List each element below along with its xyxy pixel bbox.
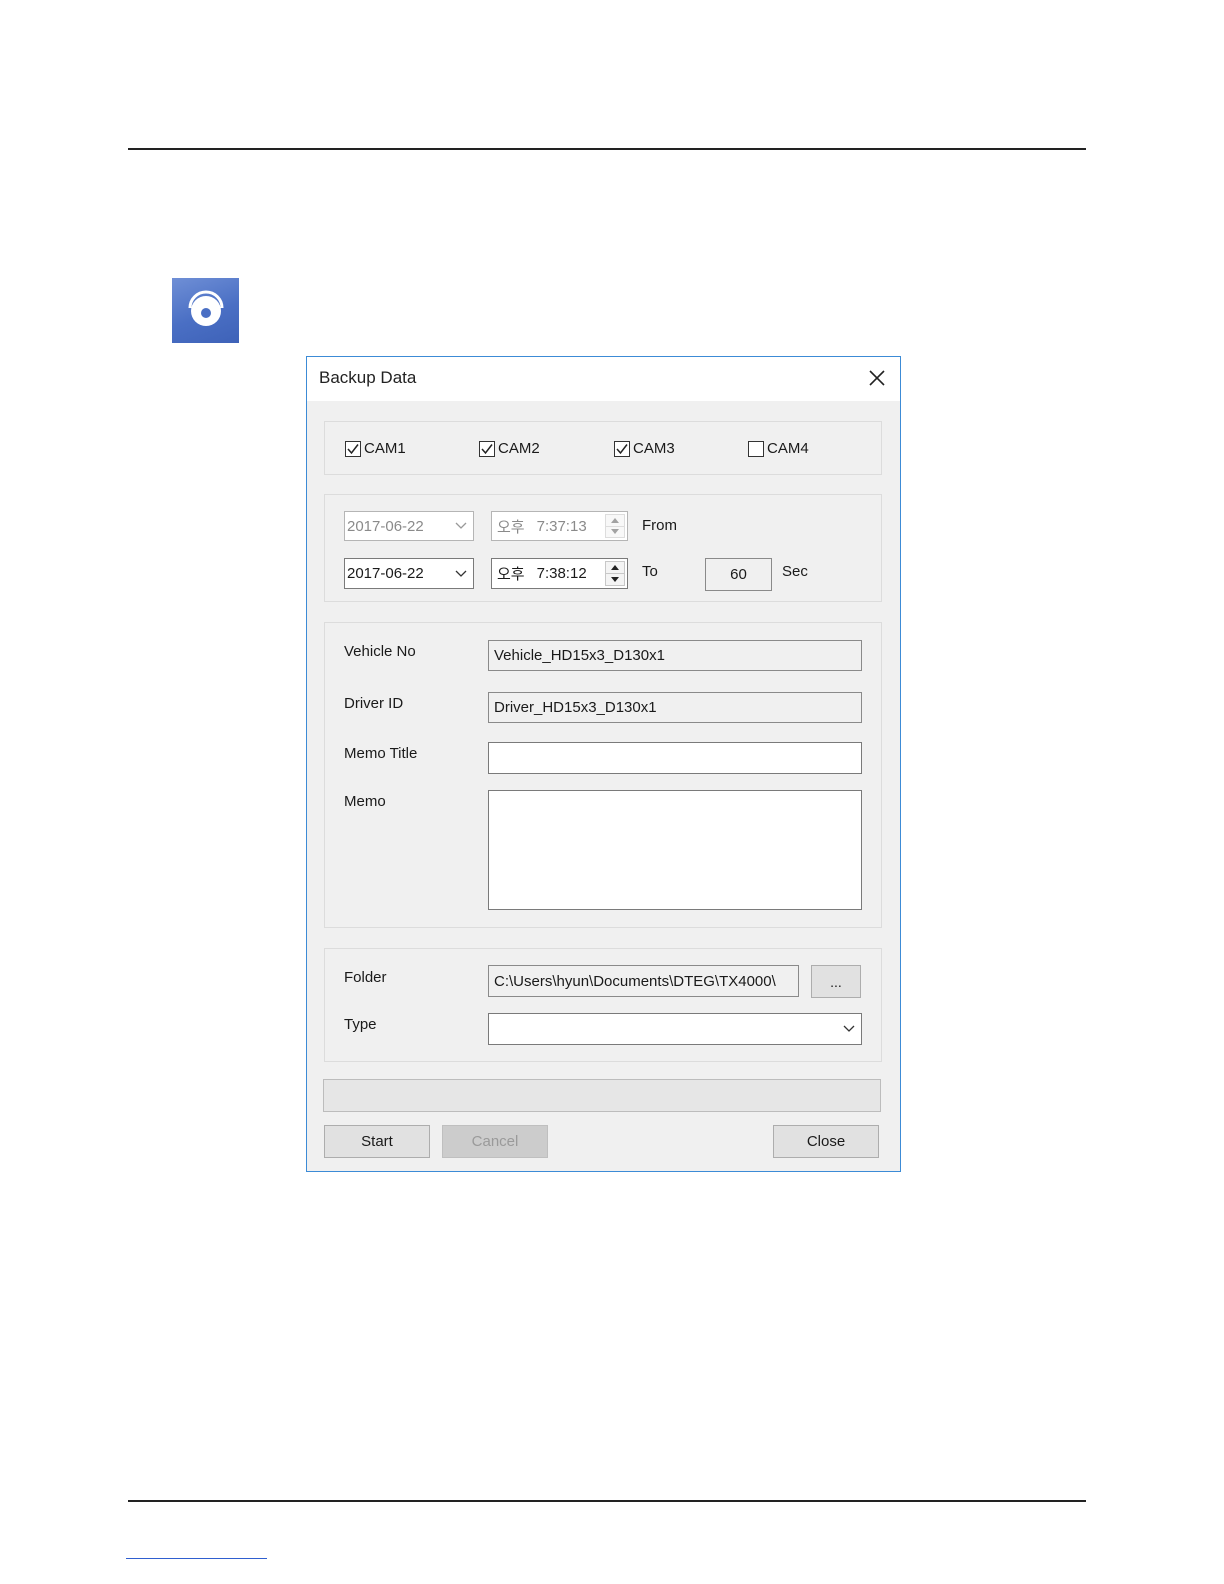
chevron-down-icon <box>843 1025 855 1032</box>
chevron-down-icon <box>455 570 467 577</box>
time-range-group: 2017-06-22 오후 7:37:13 From 2017-06-22 오후… <box>324 494 882 602</box>
unchecked-box <box>748 440 764 457</box>
cam2-label: CAM2 <box>498 440 540 457</box>
cancel-button[interactable]: Cancel <box>442 1125 548 1158</box>
to-label: To <box>642 563 658 580</box>
from-time-picker[interactable]: 오후 7:37:13 <box>491 511 628 541</box>
vehicle-no-field[interactable]: Vehicle_HD15x3_D130x1 <box>488 640 862 671</box>
from-ampm-value: 오후 <box>497 518 525 536</box>
cam1-checkbox[interactable]: CAM1 <box>345 440 406 457</box>
to-time-picker[interactable]: 오후 7:38:12 <box>491 558 628 589</box>
memo-label: Memo <box>344 793 386 810</box>
type-dropdown[interactable] <box>488 1013 862 1045</box>
to-time-spinner[interactable] <box>605 561 625 586</box>
browse-folder-button[interactable]: ... <box>811 965 861 998</box>
duration-value: 60 <box>730 566 747 583</box>
dialog-title: Backup Data <box>319 368 417 387</box>
to-date-value: 2017-06-22 <box>347 565 424 582</box>
camera-group: CAM1 CAM2 CAM3 CAM4 <box>324 421 882 475</box>
from-time-spinner[interactable] <box>605 514 625 538</box>
memo-textarea[interactable] <box>488 790 862 910</box>
check-icon <box>479 440 495 457</box>
folder-label: Folder <box>344 969 387 986</box>
footer-rule <box>128 1500 1086 1502</box>
memo-title-label: Memo Title <box>344 745 418 762</box>
vehicle-no-label: Vehicle No <box>344 643 416 660</box>
driver-id-field[interactable]: Driver_HD15x3_D130x1 <box>488 692 862 723</box>
driver-id-value: Driver_HD15x3_D130x1 <box>494 699 657 716</box>
backup-disc-icon <box>188 290 223 326</box>
spin-up-icon[interactable] <box>606 562 624 573</box>
cam4-checkbox[interactable]: CAM4 <box>748 440 809 457</box>
dialog-titlebar: Backup Data <box>307 357 900 401</box>
vehicle-no-value: Vehicle_HD15x3_D130x1 <box>494 647 665 664</box>
duration-field: 60 <box>705 558 772 591</box>
folder-field[interactable]: C:\Users\hyun\Documents\DTEG\TX4000\ <box>488 965 799 997</box>
output-group: Folder C:\Users\hyun\Documents\DTEG\TX40… <box>324 948 882 1062</box>
cam3-label: CAM3 <box>633 440 675 457</box>
info-group: Vehicle No Vehicle_HD15x3_D130x1 Driver … <box>324 622 882 928</box>
chevron-down-icon <box>455 522 467 529</box>
duration-unit-label: Sec <box>782 563 808 580</box>
cam1-label: CAM1 <box>364 440 406 457</box>
from-time-value: 7:37:13 <box>536 517 587 535</box>
cam2-checkbox[interactable]: CAM2 <box>479 440 540 457</box>
from-date-picker[interactable]: 2017-06-22 <box>344 511 474 541</box>
spin-down-icon[interactable] <box>606 525 624 538</box>
backup-app-icon[interactable] <box>172 278 239 343</box>
backup-data-dialog: Backup Data CAM1 CAM2 CAM3 CAM4 2017-06-… <box>306 356 901 1172</box>
close-button[interactable]: Close <box>773 1125 879 1158</box>
header-rule <box>128 148 1086 150</box>
close-icon[interactable] <box>864 365 890 391</box>
to-time-value: 7:38:12 <box>536 565 587 582</box>
to-date-picker[interactable]: 2017-06-22 <box>344 558 474 589</box>
spin-down-icon[interactable] <box>606 573 624 585</box>
progress-bar <box>323 1079 881 1112</box>
spin-up-icon[interactable] <box>606 515 624 526</box>
cam3-checkbox[interactable]: CAM3 <box>614 440 675 457</box>
from-date-value: 2017-06-22 <box>347 517 424 535</box>
type-label: Type <box>344 1016 377 1033</box>
start-button[interactable]: Start <box>324 1125 430 1158</box>
memo-title-field[interactable] <box>488 742 862 774</box>
to-ampm-value: 오후 <box>497 566 525 583</box>
from-label: From <box>642 517 677 534</box>
footer-link-underline <box>126 1558 267 1559</box>
check-icon <box>614 440 630 457</box>
cam4-label: CAM4 <box>767 440 809 457</box>
check-icon <box>345 440 361 457</box>
driver-id-label: Driver ID <box>344 695 404 712</box>
folder-value: C:\Users\hyun\Documents\DTEG\TX4000\ <box>494 972 776 990</box>
